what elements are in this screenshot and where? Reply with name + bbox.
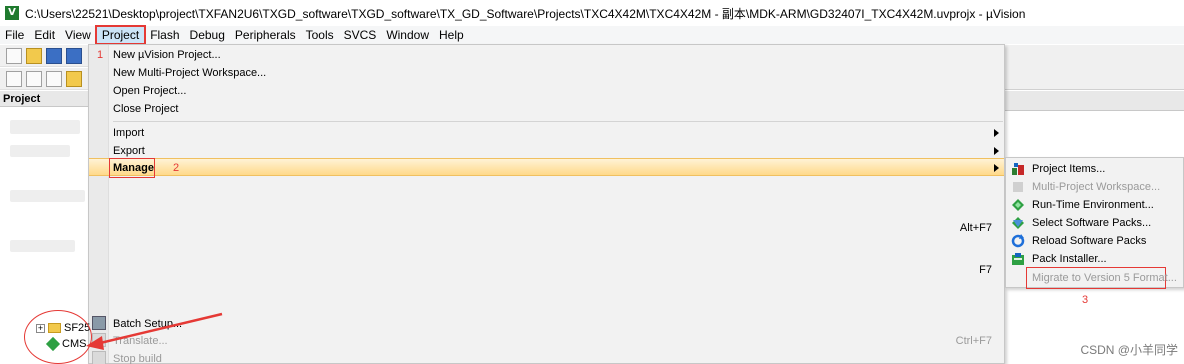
- menu-svcs[interactable]: SVCS: [339, 26, 382, 44]
- submenu-item-label: Pack Installer...: [1032, 253, 1107, 265]
- submenu-item-label: Project Items...: [1032, 163, 1106, 175]
- project-panel-header: Project: [0, 91, 90, 107]
- save-icon[interactable]: [46, 47, 62, 64]
- editor-tab-strip: [1005, 91, 1184, 111]
- submenu-item-label: Reload Software Packs: [1032, 235, 1147, 247]
- menu-item-new-project[interactable]: 1 New µVision Project...: [89, 46, 1004, 64]
- annotation-arrow-icon: [86, 312, 223, 350]
- green-diamond-icon: [1012, 199, 1024, 211]
- submenu-item-label: Multi-Project Workspace...: [1032, 181, 1161, 193]
- annotation-step-1: 1: [97, 49, 104, 61]
- menu-peripherals[interactable]: Peripherals: [230, 26, 301, 44]
- title-bar: V C:\Users\22521\Desktop\project\TXFAN2U…: [0, 0, 1184, 26]
- menu-item-shortcut: Ctrl+F7: [955, 335, 992, 347]
- watermark: CSDN @小羊同学: [1080, 343, 1178, 357]
- menu-debug[interactable]: Debug: [185, 26, 230, 44]
- toolbar-right-area: [1005, 45, 1184, 90]
- blurred-tree-content: [10, 145, 70, 157]
- menu-item-new-multi-workspace[interactable]: New Multi-Project Workspace...: [89, 64, 1004, 82]
- blurred-tree-content: [10, 120, 80, 134]
- uvision-app-icon: V: [5, 6, 19, 20]
- save-all-icon[interactable]: [66, 47, 82, 64]
- menu-edit[interactable]: Edit: [29, 26, 60, 44]
- menu-separator: [113, 121, 1003, 122]
- menu-item-label: Open Project...: [113, 85, 187, 97]
- menu-bar: File Edit View Project Flash Debug Perip…: [0, 25, 1184, 45]
- file-toolbar: [0, 45, 90, 67]
- menu-item-close-project[interactable]: Close Project: [89, 100, 1004, 118]
- submenu-item-label: Migrate to Version 5 Format...: [1032, 272, 1177, 284]
- new-file-icon[interactable]: [6, 47, 22, 64]
- menu-project[interactable]: Project: [94, 25, 147, 45]
- rebuild-icon[interactable]: [46, 70, 62, 87]
- menu-flash[interactable]: Flash: [145, 26, 184, 44]
- menu-item-build-target[interactable]: F7: [89, 261, 1004, 279]
- build-icon[interactable]: [26, 70, 42, 87]
- menu-item-label: Import: [113, 127, 145, 139]
- menu-item-label: Manage: [113, 162, 154, 174]
- build-toolbar: [0, 68, 90, 90]
- menu-item-shortcut: F7: [979, 264, 992, 276]
- annotation-step-2: 2: [173, 162, 180, 174]
- menu-item-label: Close Project: [113, 103, 179, 115]
- menu-item-manage[interactable]: Manage 2: [89, 158, 1004, 178]
- menu-help[interactable]: Help: [434, 26, 469, 44]
- menu-item-label: New µVision Project...: [113, 49, 221, 61]
- open-folder-icon[interactable]: [26, 47, 42, 64]
- submenu-arrow-icon: [994, 129, 999, 137]
- pack-installer-icon: [1012, 253, 1024, 265]
- annotation-step-3: 3: [1082, 294, 1089, 306]
- submenu-item-pack-installer[interactable]: Pack Installer...: [1006, 250, 1183, 268]
- submenu-item-multi-workspace[interactable]: Multi-Project Workspace...: [1006, 178, 1183, 196]
- menu-file[interactable]: File: [0, 26, 29, 44]
- multi-workspace-icon: [1013, 182, 1023, 192]
- project-items-icon: [1012, 163, 1024, 175]
- submenu-item-select-packs[interactable]: Select Software Packs...: [1006, 214, 1183, 232]
- translate-icon[interactable]: [6, 70, 22, 87]
- submenu-item-label: Run-Time Environment...: [1032, 199, 1154, 211]
- submenu-item-label: Select Software Packs...: [1032, 217, 1152, 229]
- manage-submenu: Project Items... Multi-Project Workspace…: [1005, 157, 1184, 289]
- submenu-item-project-items[interactable]: Project Items...: [1006, 160, 1183, 178]
- menu-item-label: New Multi-Project Workspace...: [113, 67, 267, 79]
- reload-icon: [1011, 234, 1025, 248]
- submenu-item-migrate[interactable]: Migrate to Version 5 Format...: [1006, 267, 1183, 289]
- submenu-item-rte[interactable]: Run-Time Environment...: [1006, 196, 1183, 214]
- window-title: C:\Users\22521\Desktop\project\TXFAN2U6\…: [25, 6, 1026, 21]
- menu-view[interactable]: View: [60, 26, 96, 44]
- menu-item-import[interactable]: Import: [89, 124, 1004, 142]
- menu-item-shortcut: Alt+F7: [959, 222, 992, 234]
- batch-build-icon[interactable]: [66, 70, 82, 87]
- submenu-arrow-icon: [994, 147, 999, 155]
- menu-item-open-project[interactable]: Open Project...: [89, 82, 1004, 100]
- menu-tools[interactable]: Tools: [301, 26, 339, 44]
- blurred-tree-content: [10, 240, 75, 252]
- menu-window[interactable]: Window: [381, 26, 434, 44]
- submenu-arrow-icon: [994, 164, 999, 172]
- submenu-item-reload-packs[interactable]: Reload Software Packs: [1006, 232, 1183, 250]
- pack-select-icon: [1012, 217, 1024, 229]
- menu-item-options-target[interactable]: Alt+F7: [89, 219, 1004, 237]
- blurred-tree-content: [10, 190, 85, 202]
